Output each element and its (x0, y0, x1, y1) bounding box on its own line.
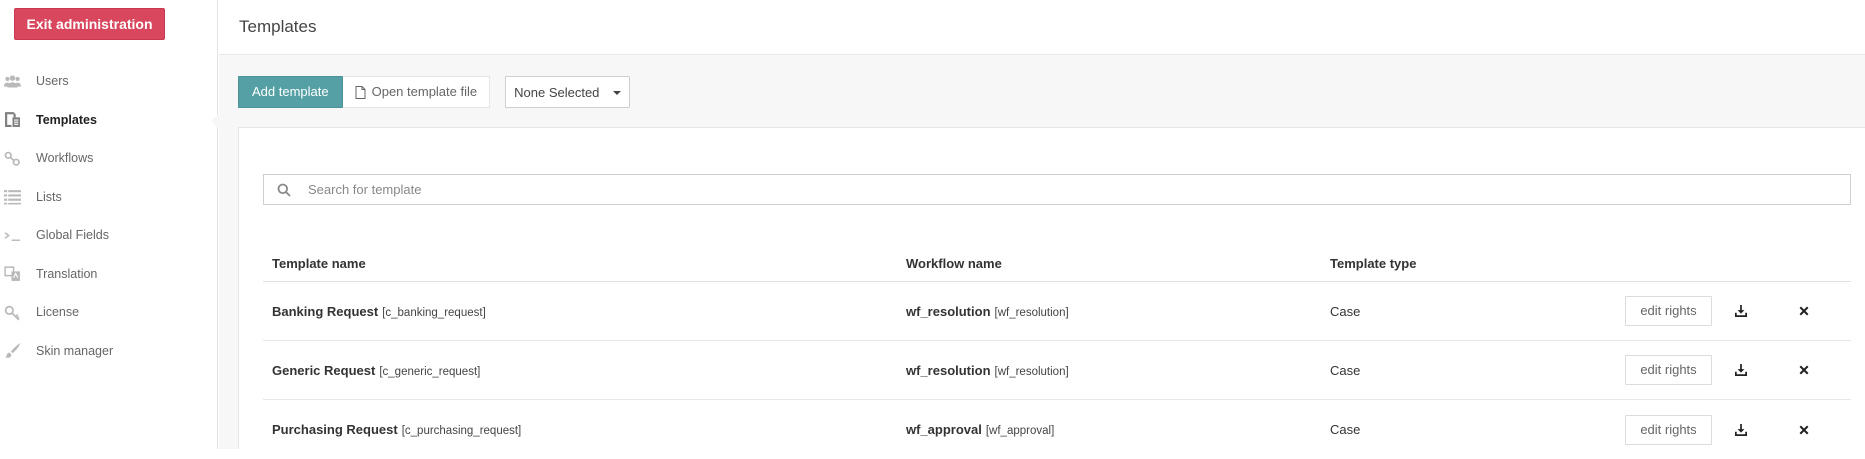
template-filter-select[interactable]: None Selected (505, 76, 631, 108)
template-code: [c_purchasing_request] (401, 425, 522, 437)
column-header-template-type[interactable]: Template type (1330, 256, 1625, 271)
delete-icon[interactable] (1796, 303, 1812, 319)
users-icon (3, 72, 21, 90)
translation-icon (3, 265, 21, 283)
page-title: Templates (239, 17, 317, 36)
download-icon[interactable] (1733, 303, 1749, 319)
delete-icon[interactable] (1796, 362, 1812, 378)
admin-sidebar: Exit administration Users Templates Work… (0, 0, 219, 449)
templates-table: Template name Workflow name Template typ… (263, 245, 1851, 459)
list-icon (3, 188, 21, 206)
workflow-name: wf_resolution (906, 362, 991, 378)
key-icon (3, 303, 21, 321)
sidebar-item-license[interactable]: License (0, 293, 218, 332)
admin-nav: Users Templates Workflows Lists Global F… (0, 62, 219, 371)
open-template-file-label: Open template file (371, 84, 478, 99)
toolbar: Add template Open template file None Sel… (238, 76, 631, 108)
download-icon[interactable] (1733, 362, 1749, 378)
templates-icon (3, 111, 21, 129)
add-template-button[interactable]: Add template (238, 76, 343, 108)
terminal-icon (3, 226, 21, 244)
sidebar-item-label: Templates (36, 112, 97, 127)
search-input[interactable] (308, 182, 1808, 197)
brush-icon (3, 342, 21, 360)
chevron-down-icon (613, 91, 622, 95)
sidebar-item-translation[interactable]: Translation (0, 255, 218, 294)
delete-icon[interactable] (1796, 422, 1812, 438)
template-name: Generic Request (272, 362, 376, 378)
download-icon[interactable] (1733, 422, 1749, 438)
template-name: Purchasing Request (272, 422, 398, 437)
table-row[interactable]: Banking Request [c_banking_request] wf_re… (263, 282, 1851, 341)
template-type: Case (1330, 362, 1361, 378)
sidebar-item-label: Translation (36, 266, 98, 281)
templates-panel: Template name Workflow name Template typ… (238, 127, 1865, 449)
sidebar-item-label: Lists (36, 189, 62, 204)
workflows-icon (3, 149, 21, 167)
workflow-code: [wf_resolution] (994, 365, 1069, 378)
search-box (263, 174, 1851, 205)
template-code: [c_generic_request] (379, 365, 481, 378)
sidebar-item-workflows[interactable]: Workflows (0, 139, 218, 178)
table-header: Template name Workflow name Template typ… (263, 245, 1851, 282)
search-icon (277, 183, 291, 197)
main-content: Templates Add template Open template fil… (219, 0, 1865, 449)
template-type: Case (1330, 422, 1361, 437)
sidebar-item-lists[interactable]: Lists (0, 178, 218, 217)
sidebar-item-templates[interactable]: Templates (0, 101, 219, 140)
sidebar-item-label: Workflows (36, 151, 94, 166)
sidebar-item-users[interactable]: Users (0, 62, 218, 101)
file-icon (355, 85, 366, 99)
workflow-code: [wf_approval] (985, 425, 1055, 437)
active-indicator (210, 111, 219, 130)
template-code: [c_banking_request] (382, 306, 486, 319)
page-header: Templates (219, 0, 1865, 55)
workflow-code: [wf_resolution] (994, 306, 1069, 319)
edit-rights-button[interactable]: edit rights (1625, 414, 1712, 445)
sidebar-item-label: Skin manager (36, 343, 114, 358)
template-filter-value: None Selected (514, 84, 600, 100)
edit-rights-button[interactable]: edit rights (1625, 296, 1712, 326)
template-name: Banking Request (272, 303, 379, 319)
exit-administration-button[interactable]: Exit administration (14, 8, 165, 40)
column-header-template-name[interactable]: Template name (263, 256, 906, 271)
sidebar-item-label: License (36, 305, 80, 320)
column-header-workflow-name[interactable]: Workflow name (906, 256, 1330, 271)
sidebar-item-label: Users (36, 74, 69, 89)
table-row[interactable]: Generic Request [c_generic_request] wf_re… (263, 341, 1851, 400)
sidebar-item-label: Global Fields (36, 228, 109, 243)
sidebar-item-skin-manager[interactable]: Skin manager (0, 332, 218, 371)
table-row[interactable]: Purchasing Request [c_purchasing_request]… (263, 400, 1851, 459)
workflow-name: wf_resolution (906, 303, 991, 319)
workflow-name: wf_approval (906, 422, 982, 437)
template-type: Case (1330, 303, 1361, 319)
open-template-file-button[interactable]: Open template file (342, 76, 491, 108)
edit-rights-button[interactable]: edit rights (1625, 355, 1712, 385)
sidebar-item-global-fields[interactable]: Global Fields (0, 216, 218, 255)
